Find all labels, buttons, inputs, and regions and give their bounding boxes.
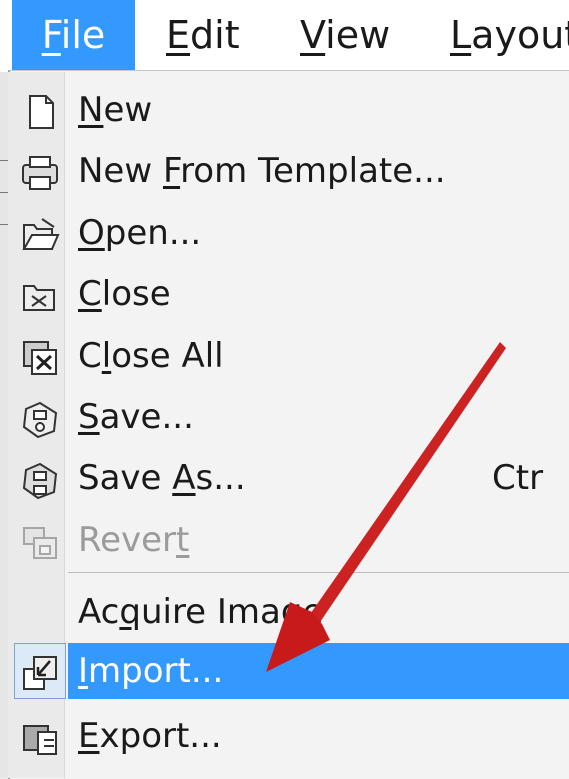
red-arrow-annotation [266,342,506,672]
arrow-shaft [306,342,506,628]
